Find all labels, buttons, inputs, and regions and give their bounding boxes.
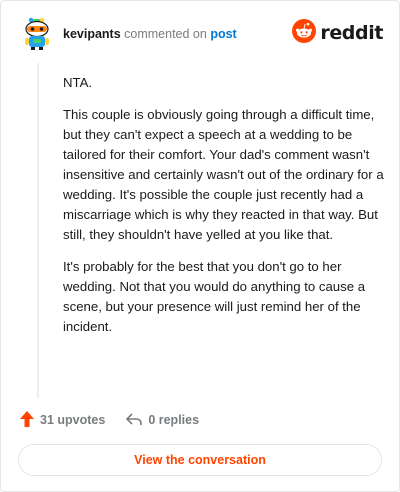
reddit-wordmark: reddit (320, 22, 383, 44)
comment-footer: 31 upvotes 0 replies (19, 409, 199, 431)
embedded-comment-card: kevipants commented on post reddit NTA. … (0, 0, 400, 492)
comment-header: kevipants commented on post reddit (21, 17, 383, 57)
comment-paragraph: It's probably for the best that you don'… (63, 259, 366, 334)
reddit-brand[interactable]: reddit (292, 18, 383, 48)
upvote-button[interactable]: 31 upvotes (19, 410, 105, 431)
comment-body: NTA. This couple is obviously going thro… (63, 73, 385, 349)
action-text: commented on (124, 27, 207, 41)
comment-paragraph: This couple is obviously going through a… (63, 107, 384, 242)
reddit-logo-icon (292, 18, 317, 48)
reply-arrow-icon (125, 411, 148, 430)
upvotes-count: 31 upvotes (40, 413, 106, 427)
post-link[interactable]: post (210, 27, 236, 41)
snoo-avatar-icon[interactable] (21, 17, 53, 51)
view-conversation-button[interactable]: View the conversation (18, 444, 382, 476)
comment-paragraph: NTA. (63, 75, 93, 90)
upvote-arrow-icon (19, 410, 40, 431)
username-link[interactable]: kevipants (63, 27, 121, 41)
comment-meta: kevipants commented on post (63, 26, 237, 42)
thread-line[interactable] (37, 63, 39, 398)
replies-button[interactable]: 0 replies (125, 411, 199, 430)
replies-count: 0 replies (148, 413, 200, 427)
